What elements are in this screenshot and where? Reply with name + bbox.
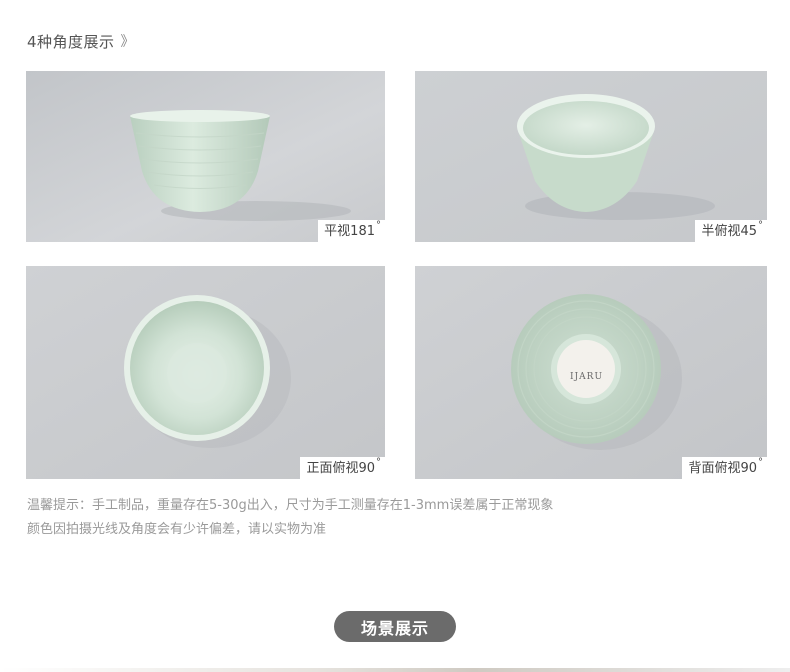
degree-mark: ° <box>758 220 763 231</box>
double-chevron-icon: 》 <box>120 34 136 50</box>
degree-mark: ° <box>376 457 381 468</box>
angle-label-back: 背面俯视90° <box>682 457 767 479</box>
angle-label-side: 平视181° <box>318 220 385 242</box>
scene-display-button[interactable]: 场景展示 <box>334 611 456 642</box>
angle-label-text: 平视181 <box>324 224 375 239</box>
degree-mark: ° <box>758 457 763 468</box>
section-heading: 4种角度展示 》 <box>27 28 135 54</box>
angle-label-text: 背面俯视90 <box>688 461 757 476</box>
section-title: 4种角度展示 <box>27 32 115 51</box>
bowl-side-image <box>26 71 385 242</box>
photo-top-front: 正面俯视90° <box>26 266 385 479</box>
angle-label-front: 正面俯视90° <box>300 457 385 479</box>
note-line-weight: 温馨提示：手工制品，重量存在5-30g出入，尺寸为手工测量存在1-3mm误差属于… <box>27 498 554 513</box>
maker-stamp-text: IJARU <box>570 372 604 382</box>
photo-side-view: 平视181° <box>26 71 385 242</box>
angle-label-text: 正面俯视90 <box>306 461 375 476</box>
photo-half-overhead: 半俯视45° <box>415 71 767 242</box>
next-section-preview <box>0 668 790 672</box>
angle-label-text: 半俯视45 <box>701 224 757 239</box>
product-detail-page: 4种角度展示 》 平视181° 半俯视45° 正面俯视90° 背面俯视90° I… <box>0 0 790 672</box>
bowl-45-image <box>415 71 767 242</box>
bowl-top-image <box>26 266 385 479</box>
degree-mark: ° <box>376 220 381 231</box>
angle-label-half: 半俯视45° <box>695 220 767 242</box>
notes-block: 温馨提示：手工制品，重量存在5-30g出入，尺寸为手工测量存在1-3mm误差属于… <box>27 494 553 542</box>
note-line-color: 颜色因拍摄光线及角度会有少许偏差，请以实物为准 <box>27 522 327 537</box>
